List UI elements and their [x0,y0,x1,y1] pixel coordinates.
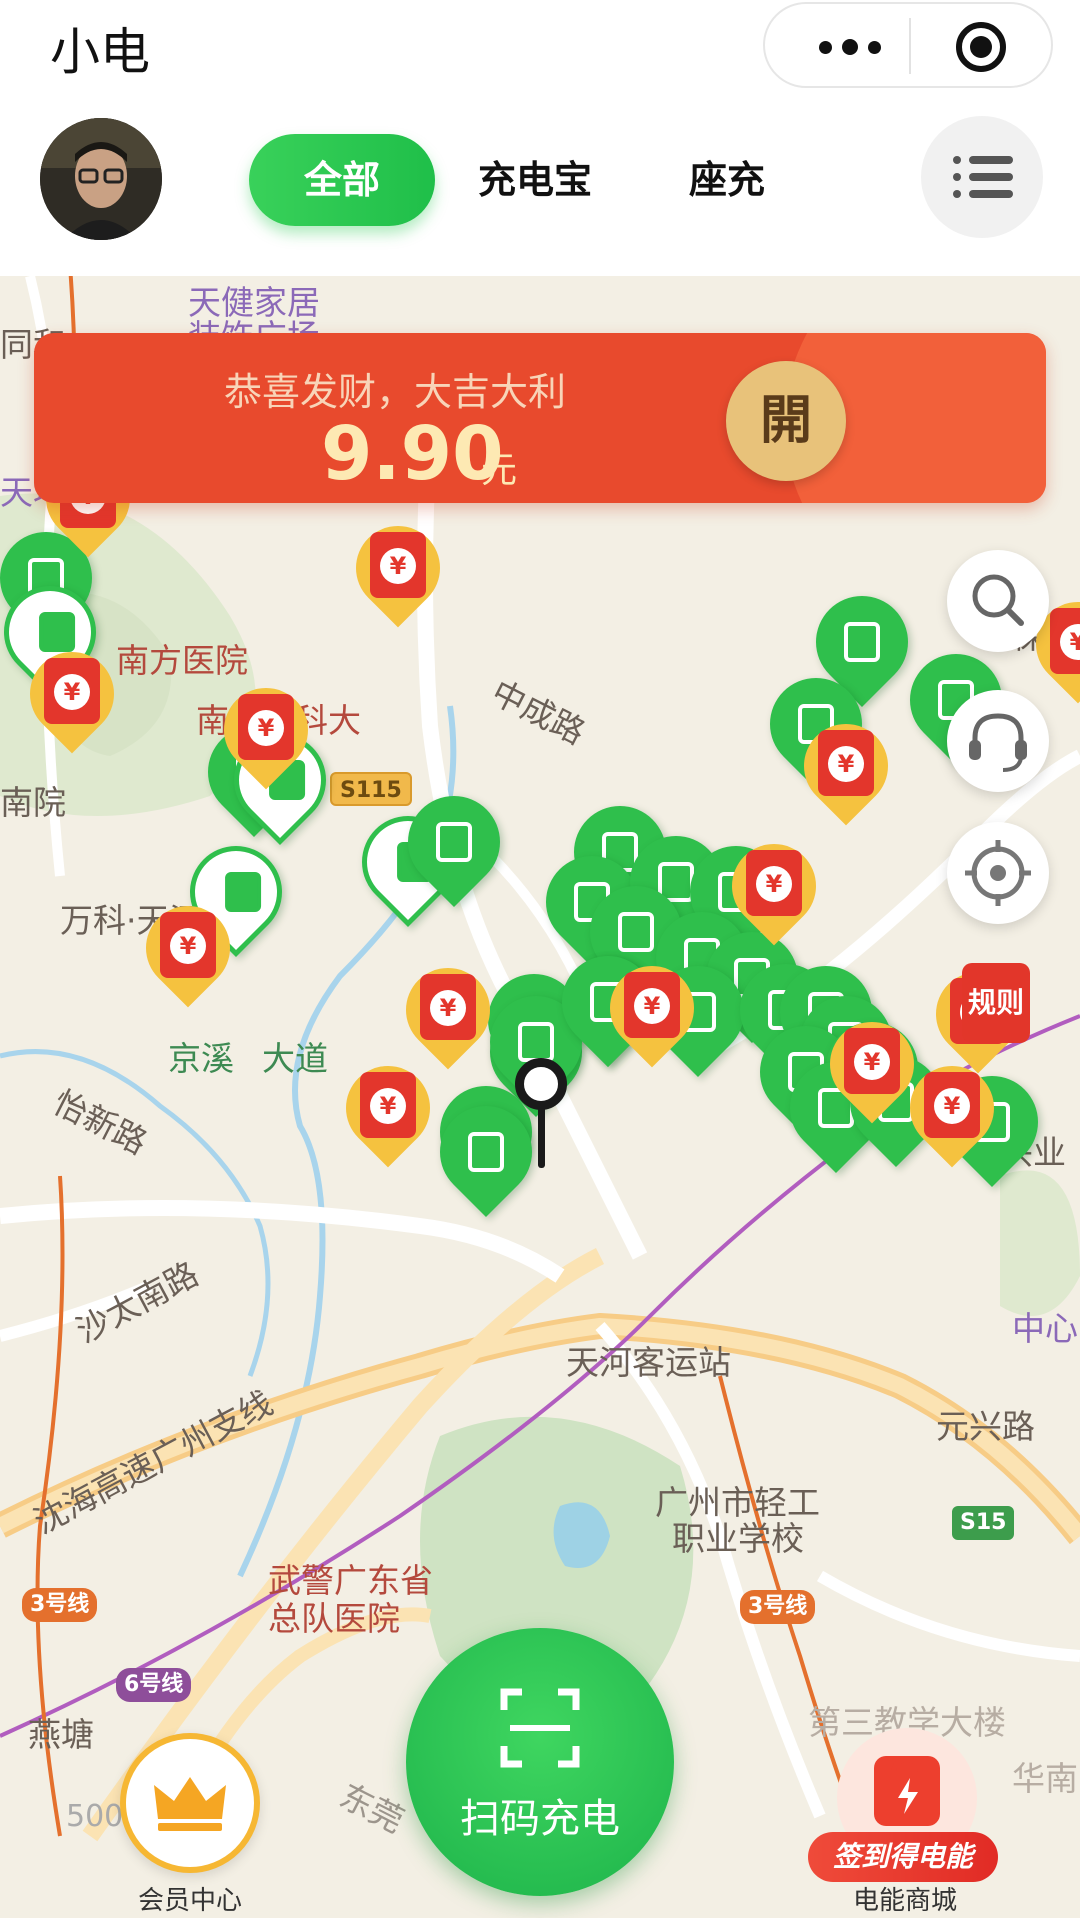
tab-all[interactable]: 全部 [249,134,435,226]
map-label: 天河客运站 [566,1343,731,1382]
search-icon [972,574,1024,626]
filter-bar: 全部 充电宝 座充 [0,96,1080,276]
map-label: 南院 [0,783,66,822]
road-badge: S15 [952,1506,1015,1540]
current-location-pin [515,1058,567,1168]
rules-badge[interactable]: 规则 [962,963,1030,1043]
app-title: 小电 [50,23,150,81]
promo-subtitle: 恭喜发财，大吉大利 [224,370,567,414]
red-envelope-pin[interactable]: ¥ [714,826,834,946]
list-menu-button[interactable] [921,116,1043,238]
red-envelope-pin[interactable]: ¥ [812,1004,932,1124]
tab-power-bank[interactable]: 充电宝 [460,134,610,226]
more-dots-icon[interactable] [805,32,895,62]
red-envelope-pin[interactable]: ¥ [128,888,248,1008]
red-envelope-banner[interactable]: 恭喜发财，大吉大利 9.90 元 開 [34,333,1046,503]
avatar[interactable] [40,118,162,240]
yen-icon: ¥ [370,1088,406,1124]
map-label: 元兴路 [936,1407,1035,1446]
map-scale: 500 [66,1799,124,1834]
yen-icon: ¥ [634,988,670,1024]
map-label: 大道 [262,1039,328,1078]
promo-unit: 元 [481,450,518,491]
checkin-ribbon[interactable]: 签到得电能 [808,1832,998,1882]
yen-icon: ¥ [430,990,466,1026]
search-button[interactable] [947,550,1049,652]
yen-icon: ¥ [170,928,206,964]
close-target-icon[interactable] [956,22,1006,72]
scan-charge-label: 扫码充电 [460,1796,620,1842]
mini-program-capsule [763,2,1053,88]
customer-service-button[interactable] [947,690,1049,792]
yen-icon: ¥ [756,866,792,902]
yen-icon: ¥ [54,674,90,710]
red-envelope-pin[interactable]: ¥ [206,670,326,790]
metro-badge: 3号线 [22,1588,98,1622]
energy-shop-label: 电能商城 [852,1886,957,1916]
red-envelope-pin[interactable]: ¥ [12,634,132,754]
red-envelope-pin[interactable]: ¥ [592,948,712,1068]
open-envelope-button[interactable]: 開 [726,361,846,481]
scan-charge-button[interactable]: 扫码充电 [406,1628,674,1896]
tab-seat-charger[interactable]: 座充 [652,134,802,226]
yen-icon: ¥ [934,1088,970,1124]
yen-icon: ¥ [380,548,416,584]
map-label: 南方医院 [116,641,248,680]
locate-icon [965,840,1031,906]
red-envelope-pin[interactable]: ¥ [328,1048,448,1168]
capsule-divider [909,18,911,74]
metro-badge: 3号线 [740,1590,816,1624]
red-envelope-pin[interactable]: ¥ [338,508,458,628]
promo-amount: 9.90 [321,411,504,497]
map-label: 燕塘 [28,1715,94,1754]
crown-icon [154,1777,226,1831]
scan-frame-icon [500,1688,580,1768]
member-center-label: 会员中心 [137,1886,242,1916]
yen-icon: ¥ [854,1044,890,1080]
avatar-image [40,118,162,240]
member-center-button[interactable] [120,1733,260,1873]
map-label: 华南 [1012,1759,1078,1798]
headset-icon [969,713,1027,772]
yen-icon: ¥ [828,746,864,782]
title-bar: 小电 [0,0,1080,96]
yen-icon: ¥ [248,710,284,746]
map-label: 职业学校 [672,1519,804,1558]
shopping-bag-icon [874,1756,940,1826]
map-label: 总队医院 [268,1599,400,1638]
metro-badge: 6号线 [116,1668,192,1702]
map-label: 京溪 [168,1039,234,1078]
red-envelope-pin[interactable]: ¥ [786,706,906,826]
locate-button[interactable] [947,822,1049,924]
map-label: 中心 [1012,1309,1078,1348]
red-envelope-pin[interactable]: ¥ [388,950,508,1070]
red-envelope-pin[interactable]: ¥ [892,1048,1012,1168]
road-badge: S115 [330,772,412,806]
